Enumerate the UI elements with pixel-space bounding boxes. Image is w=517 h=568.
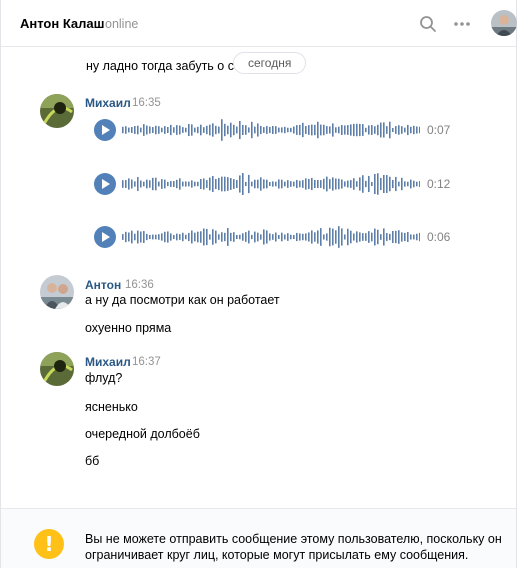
sender-name[interactable]: Михаил bbox=[85, 355, 131, 369]
play-button[interactable] bbox=[94, 173, 116, 195]
exclamation-icon: ! bbox=[34, 529, 64, 559]
date-separator: сегодня bbox=[233, 52, 307, 74]
voice-duration: 0:06 bbox=[427, 230, 451, 244]
voice-duration: 0:12 bbox=[427, 177, 451, 191]
sender-name[interactable]: Михаил bbox=[85, 96, 131, 110]
message-text: бб bbox=[85, 454, 100, 468]
voice-waveform[interactable] bbox=[122, 226, 420, 248]
sender-name[interactable]: Антон bbox=[85, 278, 121, 292]
play-button[interactable] bbox=[94, 226, 116, 248]
message-time: 16:35 bbox=[132, 97, 161, 109]
avatar[interactable] bbox=[40, 94, 74, 128]
voice-waveform[interactable] bbox=[122, 119, 420, 141]
contact-avatar[interactable] bbox=[491, 10, 517, 36]
contact-status: online bbox=[105, 17, 139, 31]
message-text: флуд? bbox=[85, 371, 123, 385]
message-text: охуенно пряма bbox=[85, 321, 172, 335]
write-restriction-notice: ! Вы не можете отправить сообщение этому… bbox=[1, 508, 516, 568]
dialog-header: Антон Калаш online bbox=[1, 0, 517, 47]
voice-duration: 0:07 bbox=[427, 123, 451, 137]
restriction-text-line: Вы не можете отправить сообщение этому п… bbox=[85, 532, 502, 546]
restriction-text-line: ограничивает круг лиц, которые могут при… bbox=[85, 548, 469, 562]
more-actions-icon[interactable] bbox=[453, 21, 471, 27]
dialog-page: Антон Калаш online ну ладно тогда забуть… bbox=[0, 0, 517, 568]
play-button[interactable] bbox=[94, 119, 116, 141]
voice-waveform[interactable] bbox=[122, 173, 420, 195]
message-time: 16:37 bbox=[132, 356, 161, 368]
restriction-text: Вы не можете отправить сообщение этому п… bbox=[85, 531, 505, 563]
message-time: 16:36 bbox=[125, 279, 154, 291]
message-text: а ну да посмотри как он работает bbox=[85, 293, 280, 307]
contact-name[interactable]: Антон Калаш bbox=[20, 16, 105, 31]
avatar[interactable] bbox=[40, 352, 74, 386]
avatar[interactable] bbox=[40, 275, 74, 309]
message-text: ясненько bbox=[85, 400, 138, 414]
search-icon[interactable] bbox=[419, 15, 437, 33]
message-text: очередной долбоёб bbox=[85, 427, 200, 441]
